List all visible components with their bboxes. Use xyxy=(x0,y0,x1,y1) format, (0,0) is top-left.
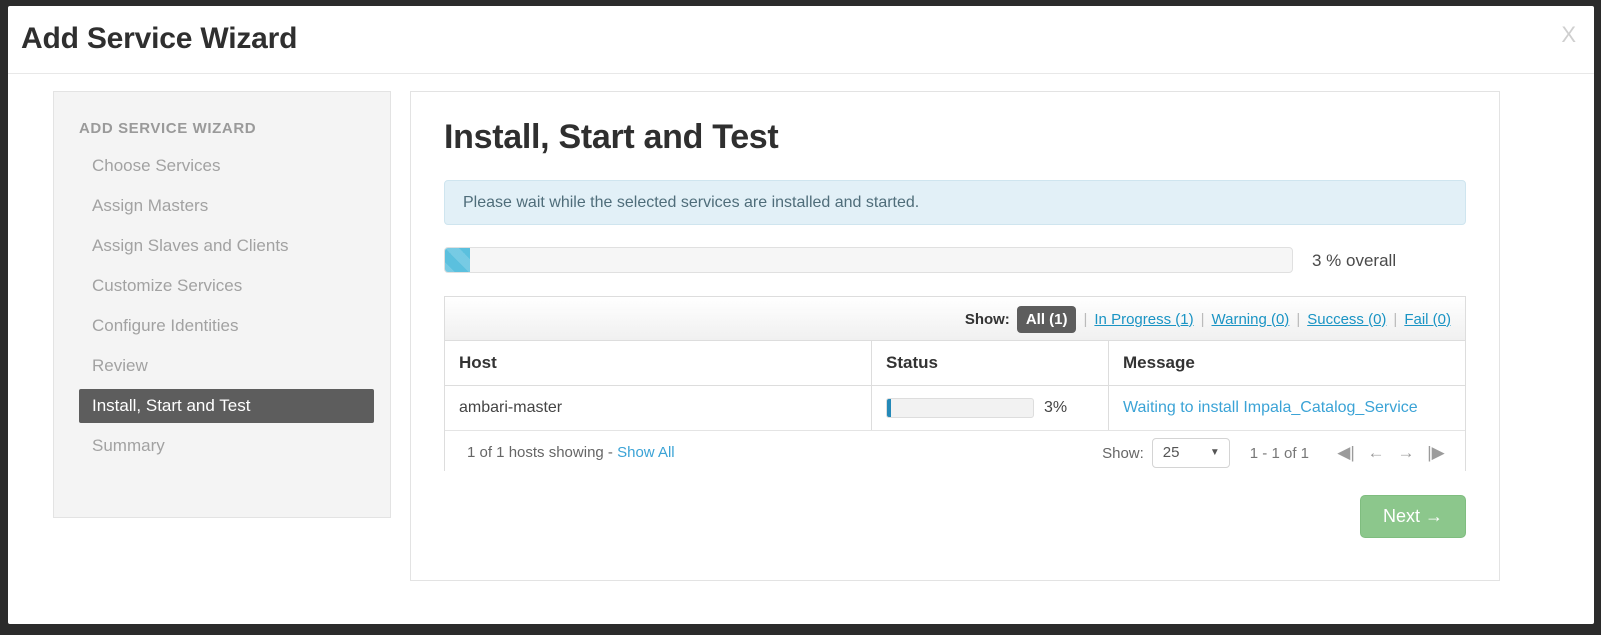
filter-all[interactable]: All (1) xyxy=(1016,305,1077,333)
page-size-value: 25 xyxy=(1162,444,1180,461)
sidebar-item-assign-slaves-and-clients[interactable]: Assign Slaves and Clients xyxy=(79,229,374,263)
main-panel: Install, Start and Test Please wait whil… xyxy=(410,91,1500,581)
cell-host: ambari-master xyxy=(445,385,872,431)
table-row: ambari-master 3% Waiting to install Impa… xyxy=(445,385,1465,431)
sidebar-item-choose-services[interactable]: Choose Services xyxy=(79,149,374,183)
pager-icon-group: ◀| ← → |▶ xyxy=(1331,443,1451,463)
chevron-down-icon: ▼ xyxy=(1209,447,1220,458)
sidebar-item-review[interactable]: Review xyxy=(79,349,374,383)
next-button[interactable]: Next → xyxy=(1359,495,1466,538)
column-header-status[interactable]: Status xyxy=(871,341,1109,386)
overall-progress-bar xyxy=(444,247,1293,273)
sidebar-nav-list: Choose Services Assign Masters Assign Sl… xyxy=(54,149,390,463)
filter-fail[interactable]: Fail (0) xyxy=(1404,311,1451,328)
row-progress-fill xyxy=(887,399,892,417)
previous-page-icon[interactable]: ← xyxy=(1361,443,1391,463)
overall-progress-label: 3 % overall xyxy=(1312,251,1397,270)
window-title: Add Service Wizard xyxy=(21,22,298,55)
sidebar-item-assign-masters[interactable]: Assign Masters xyxy=(79,189,374,223)
message-link[interactable]: Waiting to install Impala_Catalog_Servic… xyxy=(1123,399,1418,416)
page-title: Install, Start and Test xyxy=(444,118,779,156)
status-cell-inner: 3% xyxy=(886,398,1108,418)
filter-success[interactable]: Success (0) xyxy=(1307,311,1386,328)
sidebar-item-customize-services[interactable]: Customize Services xyxy=(79,269,374,303)
overall-progress-fill xyxy=(445,248,471,272)
overall-progress-row: 3 % overall xyxy=(444,247,1466,275)
screen-root: Add Service Wizard X ADD SERVICE WIZARD … xyxy=(0,0,1601,635)
sidebar-item-configure-identities[interactable]: Configure Identities xyxy=(79,309,374,343)
hosts-table: Host Status Message ambari-master 3% Wai… xyxy=(445,341,1465,431)
next-page-icon[interactable]: → xyxy=(1391,443,1421,463)
page-size-select[interactable]: 25 ▼ xyxy=(1151,438,1230,468)
filter-in-progress[interactable]: In Progress (1) xyxy=(1094,311,1193,328)
filter-separator-2: | xyxy=(1200,310,1205,328)
status-filter-bar: Show: All (1) | In Progress (1) | Warnin… xyxy=(445,297,1465,341)
info-alert: Please wait while the selected services … xyxy=(444,180,1466,225)
first-page-icon[interactable]: ◀| xyxy=(1331,443,1361,463)
page-range-text: 1 - 1 of 1 xyxy=(1249,444,1309,462)
add-service-wizard-modal: Add Service Wizard X ADD SERVICE WIZARD … xyxy=(8,6,1594,624)
hosts-table-head: Host Status Message xyxy=(445,341,1465,386)
cell-status: 3% xyxy=(871,385,1109,431)
column-header-host[interactable]: Host xyxy=(445,341,872,386)
row-progress-bar xyxy=(886,398,1034,418)
modal-body: ADD SERVICE WIZARD Choose Services Assig… xyxy=(8,74,1594,623)
cell-message: Waiting to install Impala_Catalog_Servic… xyxy=(1108,385,1465,431)
last-page-icon[interactable]: |▶ xyxy=(1421,443,1451,463)
sidebar-item-install-start-and-test[interactable]: Install, Start and Test xyxy=(79,389,374,423)
table-footer: 1 of 1 hosts showing - Show All Show: 25… xyxy=(445,431,1465,475)
sidebar-item-summary[interactable]: Summary xyxy=(79,429,374,463)
status-filter-group: Show: All (1) | In Progress (1) | Warnin… xyxy=(965,297,1451,341)
close-icon[interactable]: X xyxy=(1561,22,1576,48)
hosts-showing-text: 1 of 1 hosts showing - xyxy=(467,444,613,461)
hosts-showing-info: 1 of 1 hosts showing - Show All xyxy=(467,431,675,475)
sidebar-heading: ADD SERVICE WIZARD xyxy=(79,120,257,137)
hosts-table-box: Show: All (1) | In Progress (1) | Warnin… xyxy=(444,296,1466,475)
pagination-controls: Show: 25 ▼ 1 - 1 of 1 ◀| ← → |▶ xyxy=(1102,431,1451,475)
row-progress-label: 3% xyxy=(1044,399,1068,416)
filter-separator-3: | xyxy=(1296,310,1301,328)
page-size-label: Show: xyxy=(1102,444,1144,462)
modal-header: Add Service Wizard X xyxy=(8,6,1594,74)
wizard-sidebar: ADD SERVICE WIZARD Choose Services Assig… xyxy=(53,91,391,518)
filter-separator-1: | xyxy=(1083,310,1088,328)
show-all-link[interactable]: Show All xyxy=(617,444,675,461)
hosts-table-body: ambari-master 3% Waiting to install Impa… xyxy=(445,385,1465,431)
filter-separator-4: | xyxy=(1393,310,1398,328)
filter-show-label: Show: xyxy=(964,310,1010,328)
column-header-message[interactable]: Message xyxy=(1108,341,1465,386)
filter-warning[interactable]: Warning (0) xyxy=(1212,311,1290,328)
table-header-row: Host Status Message xyxy=(445,341,1465,386)
